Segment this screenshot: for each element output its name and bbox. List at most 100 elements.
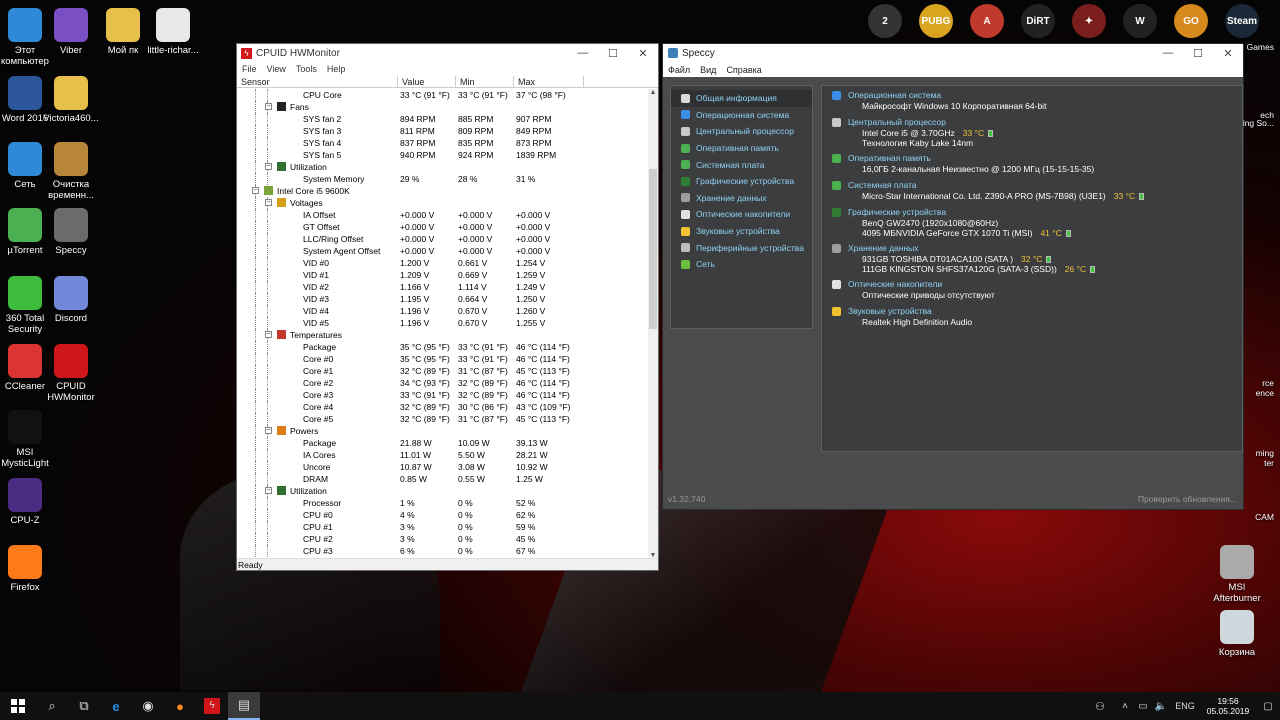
desktop-icon[interactable]: MSI Afterburner <box>1209 545 1265 604</box>
sensor-group-row[interactable]: − Utilization <box>237 485 649 497</box>
desktop-icon[interactable]: Viber <box>43 8 99 56</box>
sensor-row[interactable]: VID #5 1.196 V 0.670 V 1.255 V <box>237 317 649 329</box>
sensor-group-row[interactable]: − Utilization <box>237 161 649 173</box>
desktop-icon[interactable]: Корзина <box>1209 610 1265 658</box>
minimize-button[interactable]: — <box>568 47 598 59</box>
desktop-icon[interactable]: Firefox <box>0 545 53 593</box>
vertical-scrollbar[interactable]: ▲ ▼ <box>648 89 658 559</box>
desktop-icon-label-partial[interactable]: ter <box>1264 458 1274 468</box>
sensor-group-row[interactable]: − Temperatures <box>237 329 649 341</box>
minimize-button[interactable]: — <box>1153 47 1183 59</box>
language-indicator[interactable]: ENG <box>1170 692 1200 720</box>
volume-icon[interactable]: 🔈 <box>1152 692 1170 720</box>
sensor-row[interactable]: SYS fan 4 837 RPM 835 RPM 873 RPM <box>237 137 649 149</box>
menu-item[interactable]: View <box>262 64 291 74</box>
notification-icon[interactable]: ▢ <box>1256 692 1280 720</box>
wot-icon[interactable]: W <box>1123 4 1157 38</box>
desktop-icon-label-partial[interactable]: ming <box>1256 448 1274 458</box>
collapse-toggle[interactable]: − <box>265 427 272 434</box>
section-heading[interactable]: Системная плата <box>832 180 1144 191</box>
dirt-icon[interactable]: DiRT <box>1021 4 1055 38</box>
desktop-icon[interactable]: MSI MysticLight <box>0 410 53 469</box>
sensor-row[interactable]: Core #1 32 °C (89 °F) 31 °C (87 °F) 45 °C (… <box>237 365 649 377</box>
sensor-row[interactable]: VID #1 1.209 V 0.669 V 1.259 V <box>237 269 649 281</box>
start-button[interactable] <box>0 692 36 720</box>
collapse-toggle[interactable]: − <box>252 187 259 194</box>
column-header-sensor[interactable]: Sensor <box>237 76 398 87</box>
collapse-toggle[interactable]: − <box>265 163 272 170</box>
sensor-row[interactable]: CPU Core 33 °C (91 °F) 33 °C (91 °F) 37 °C … <box>237 89 649 101</box>
taskbar-hwmonitor[interactable]: ϟ <box>196 692 228 720</box>
nav-item[interactable]: Звуковые устройства <box>671 223 812 240</box>
menu-item[interactable]: Вид <box>695 65 721 75</box>
desktop-icon[interactable]: CPU-Z <box>0 478 53 526</box>
menu-item[interactable]: Tools <box>291 64 322 74</box>
nav-item[interactable]: Оперативная память <box>671 140 812 157</box>
sensor-row[interactable]: VID #4 1.196 V 0.670 V 1.260 V <box>237 305 649 317</box>
sensor-row[interactable]: DRAM 0.85 W 0.55 W 1.25 W <box>237 473 649 485</box>
section-heading[interactable]: Графические устройства <box>832 207 1071 218</box>
overwatch-icon[interactable]: 2 <box>868 4 902 38</box>
maximize-button[interactable]: ☐ <box>1183 47 1213 60</box>
hwmonitor-titlebar[interactable]: ϟ CPUID HWMonitor — ☐ ✕ <box>237 44 658 62</box>
sensor-row[interactable]: IA Cores 11.01 W 5.50 W 28.21 W <box>237 449 649 461</box>
sensor-row[interactable]: SYS fan 2 894 RPM 885 RPM 907 RPM <box>237 113 649 125</box>
collapse-toggle[interactable]: − <box>265 487 272 494</box>
sensor-row[interactable]: Core #4 32 °C (89 °F) 30 °C (86 °F) 43 °C (… <box>237 401 649 413</box>
sensor-row[interactable]: System Agent Offset +0.000 V +0.000 V +0.00… <box>237 245 649 257</box>
task-view-button[interactable]: ⧉ <box>68 692 100 720</box>
sensor-row[interactable]: GT Offset +0.000 V +0.000 V +0.000 V <box>237 221 649 233</box>
sensor-row[interactable]: Uncore 10.87 W 3.08 W 10.92 W <box>237 461 649 473</box>
tray-chevron-icon[interactable]: ˄ <box>1116 692 1134 720</box>
menu-item[interactable]: Файл <box>663 65 695 75</box>
taskbar-firefox[interactable]: ● <box>164 692 196 720</box>
csgo-icon[interactable]: GO <box>1174 4 1208 38</box>
sensor-row[interactable]: Processor 1 % 0 % 52 % <box>237 497 649 509</box>
desktop-icon[interactable]: Speccy <box>43 208 99 256</box>
check-updates-link[interactable]: Проверить обновления... <box>1138 494 1237 504</box>
sensor-row[interactable]: Core #3 33 °C (91 °F) 32 °C (89 °F) 46 °C (… <box>237 389 649 401</box>
nav-item[interactable]: Центральный процессор <box>671 123 812 140</box>
sensor-row[interactable]: Core #0 35 °C (95 °F) 33 °C (91 °F) 46 °C (… <box>237 353 649 365</box>
sensor-row[interactable]: Package 35 °C (95 °F) 33 °C (91 °F) 46 °C (… <box>237 341 649 353</box>
desktop-icon[interactable]: Discord <box>43 276 99 324</box>
section-heading[interactable]: Оперативная память <box>832 153 1094 164</box>
nav-item[interactable]: Общая информация <box>671 90 812 107</box>
sensor-row[interactable]: CPU #0 4 % 0 % 62 % <box>237 509 649 521</box>
speccy-titlebar[interactable]: Speccy — ☐ ✕ <box>663 44 1243 62</box>
nav-item[interactable]: Сеть <box>671 256 812 273</box>
collapse-toggle[interactable]: − <box>265 331 272 338</box>
desktop-icon[interactable]: Мой пк <box>95 8 151 56</box>
sensor-row[interactable]: System Memory 29 % 28 % 31 % <box>237 173 649 185</box>
nav-item[interactable]: Оптические накопители <box>671 206 812 223</box>
menu-item[interactable]: File <box>237 64 262 74</box>
section-heading[interactable]: Операционная система <box>832 90 1046 101</box>
column-header-min[interactable]: Min <box>456 76 514 87</box>
nav-item[interactable]: Операционная система <box>671 107 812 124</box>
search-button[interactable]: ⌕ <box>36 692 68 720</box>
sensor-group-row[interactable]: − Voltages <box>237 197 649 209</box>
taskbar-steam[interactable]: ◉ <box>132 692 164 720</box>
sensor-row[interactable]: CPU #1 3 % 0 % 59 % <box>237 521 649 533</box>
desktop-icon-label-partial[interactable]: ence <box>1256 388 1274 398</box>
nav-item[interactable]: Системная плата <box>671 156 812 173</box>
sensor-row[interactable]: VID #2 1.166 V 1.114 V 1.249 V <box>237 281 649 293</box>
sensor-row[interactable]: VID #0 1.200 V 0.661 V 1.254 V <box>237 257 649 269</box>
nav-item[interactable]: Графические устройства <box>671 173 812 190</box>
pubg-icon[interactable]: PUBG <box>919 4 953 38</box>
desktop-icon[interactable]: little-richar... <box>145 8 201 56</box>
close-button[interactable]: ✕ <box>1213 47 1243 60</box>
taskbar-speccy[interactable]: ▤ <box>228 692 260 720</box>
column-header-value[interactable]: Value <box>398 76 456 87</box>
section-heading[interactable]: Звуковые устройства <box>832 306 972 317</box>
desktop-icon[interactable]: CPUID HWMonitor <box>43 344 99 403</box>
section-heading[interactable]: Оптические накопители <box>832 279 995 290</box>
maximize-button[interactable]: ☐ <box>598 47 628 60</box>
section-heading[interactable]: Центральный процессор <box>832 117 993 128</box>
scrollbar-thumb[interactable] <box>649 169 657 329</box>
sensor-row[interactable]: LLC/Ring Offset +0.000 V +0.000 V +0.000 V <box>237 233 649 245</box>
people-icon[interactable]: ⚇ <box>1084 692 1116 720</box>
sensor-row[interactable]: CPU #3 6 % 0 % 67 % <box>237 545 649 557</box>
menu-item[interactable]: Справка <box>721 65 766 75</box>
close-button[interactable]: ✕ <box>628 47 658 60</box>
